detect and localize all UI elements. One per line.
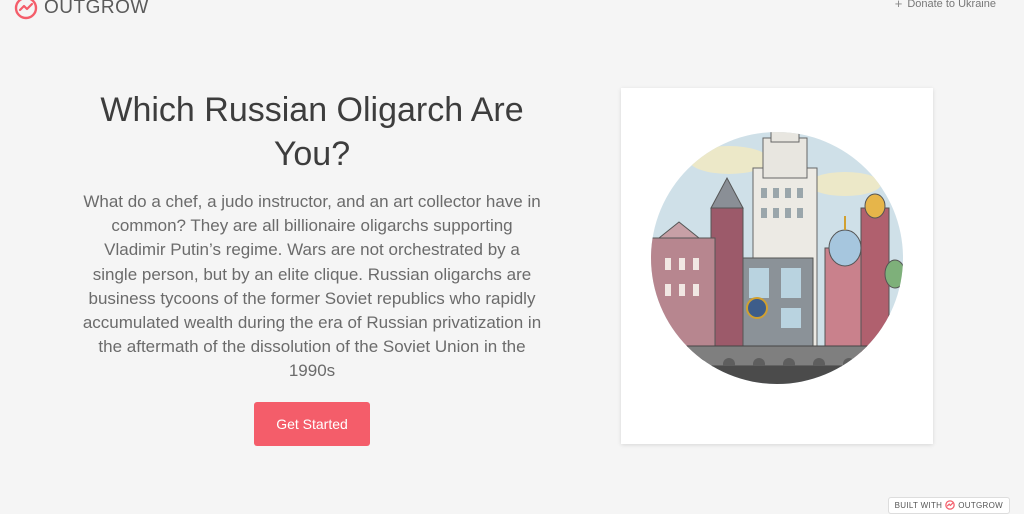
- built-with-label: BUILT WITH: [894, 500, 943, 510]
- donate-link[interactable]: + Donate to Ukraine: [895, 0, 996, 11]
- brand-name: OUTGROW: [44, 0, 149, 18]
- get-started-button[interactable]: Get Started: [254, 401, 370, 446]
- illustration-card: [621, 88, 933, 444]
- plus-icon: +: [894, 0, 903, 11]
- hero-section: Which Russian Oligarch Are You? What do …: [80, 88, 544, 446]
- hero-description: What do a chef, a judo instructor, and a…: [82, 192, 542, 381]
- outgrow-mini-logo-icon: [945, 500, 956, 510]
- built-with-brand: OUTGROW: [958, 500, 1003, 510]
- brand-logo[interactable]: OUTGROW: [14, 0, 149, 22]
- donate-label: Donate to Ukraine: [907, 0, 996, 10]
- moscow-skyline-illustration: [651, 132, 903, 384]
- page-title: Which Russian Oligarch Are You?: [100, 91, 524, 173]
- built-with-badge[interactable]: BUILT WITH OUTGROW: [887, 497, 1010, 514]
- outgrow-logo-icon: [14, 0, 38, 20]
